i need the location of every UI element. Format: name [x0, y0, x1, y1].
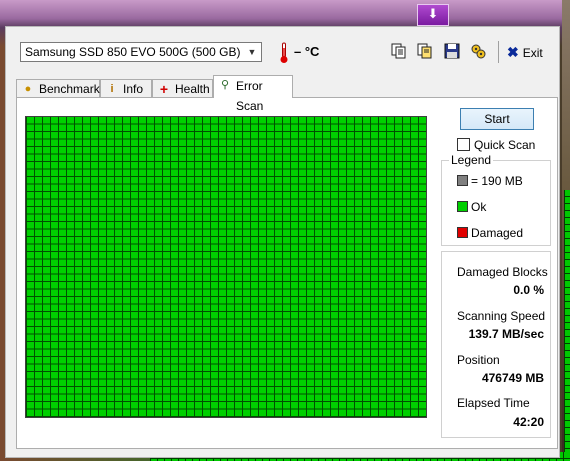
toolbar: Samsung SSD 850 EVO 500G (500 GB) ▼ – °C	[6, 27, 559, 73]
toolbar-separator	[498, 41, 499, 63]
save-icon[interactable]	[443, 42, 461, 60]
legend-ok: Ok	[457, 200, 486, 214]
lightbulb-icon: ●	[24, 83, 32, 95]
legend-block-size-label: = 190 MB	[471, 174, 523, 188]
legend-damaged: Damaged	[457, 226, 523, 240]
background-scan-grid-peek-right	[564, 190, 570, 452]
legend-ok-label: Ok	[471, 200, 487, 214]
start-button[interactable]: Start	[460, 108, 534, 130]
legend-title: Legend	[449, 153, 494, 167]
position-value: 476749 MB	[481, 371, 544, 385]
thermometer-icon	[280, 42, 288, 63]
damaged-blocks-value: 0.0 %	[513, 283, 544, 297]
drive-select-value: Samsung SSD 850 EVO 500G (500 GB)	[25, 45, 241, 59]
tab-benchmark[interactable]: ● Benchmark	[16, 79, 100, 97]
exit-label: Exit	[522, 46, 543, 60]
copy-icon[interactable]	[390, 42, 408, 60]
hdtune-window: Samsung SSD 850 EVO 500G (500 GB) ▼ – °C	[5, 26, 560, 458]
health-cross-icon: +	[159, 81, 169, 97]
tab-health[interactable]: + Health	[152, 79, 213, 97]
tab-error-scan[interactable]: ⚲ Error Scan	[213, 75, 293, 113]
close-icon: ✖	[507, 44, 519, 60]
download-tray-icon[interactable]: ⬇	[417, 4, 449, 26]
legend-damaged-label: Damaged	[471, 226, 524, 240]
chevron-down-icon[interactable]: ▼	[245, 44, 259, 60]
checkbox-box[interactable]	[457, 138, 470, 151]
drive-select[interactable]: Samsung SSD 850 EVO 500G (500 GB) ▼	[20, 42, 262, 62]
elapsed-time-label: Elapsed Time	[457, 396, 530, 410]
scan-block-grid	[25, 116, 427, 418]
block-swatch	[457, 175, 468, 186]
magnifier-icon: ⚲	[220, 79, 230, 91]
ok-swatch	[457, 201, 468, 212]
tab-info[interactable]: i Info	[100, 79, 152, 97]
copy-all-icon[interactable]	[416, 42, 434, 60]
damaged-blocks-label: Damaged Blocks	[457, 265, 548, 279]
damaged-swatch	[457, 227, 468, 238]
quick-scan-checkbox[interactable]: Quick Scan	[457, 137, 535, 153]
screenshot-tools-icon[interactable]	[469, 42, 487, 60]
exit-button[interactable]: ✖ Exit	[507, 43, 543, 61]
scanning-speed-value: 139.7 MB/sec	[468, 327, 544, 341]
scanning-speed-label: Scanning Speed	[457, 309, 546, 323]
tab-benchmark-label: Benchmark	[39, 82, 100, 96]
temperature-readout: – °C	[294, 44, 320, 59]
tab-health-label: Health	[175, 82, 210, 96]
legend-block-size: = 190 MB	[457, 174, 523, 188]
position-label: Position	[457, 353, 500, 367]
tab-info-label: Info	[123, 82, 144, 96]
quick-scan-label: Quick Scan	[474, 138, 536, 152]
elapsed-time-value: 42:20	[513, 415, 544, 429]
info-icon: i	[110, 83, 114, 95]
tab-error-scan-label: Error Scan	[236, 79, 264, 113]
error-scan-panel: Start Quick Scan Legend = 190 MB Ok Dama…	[16, 97, 558, 449]
